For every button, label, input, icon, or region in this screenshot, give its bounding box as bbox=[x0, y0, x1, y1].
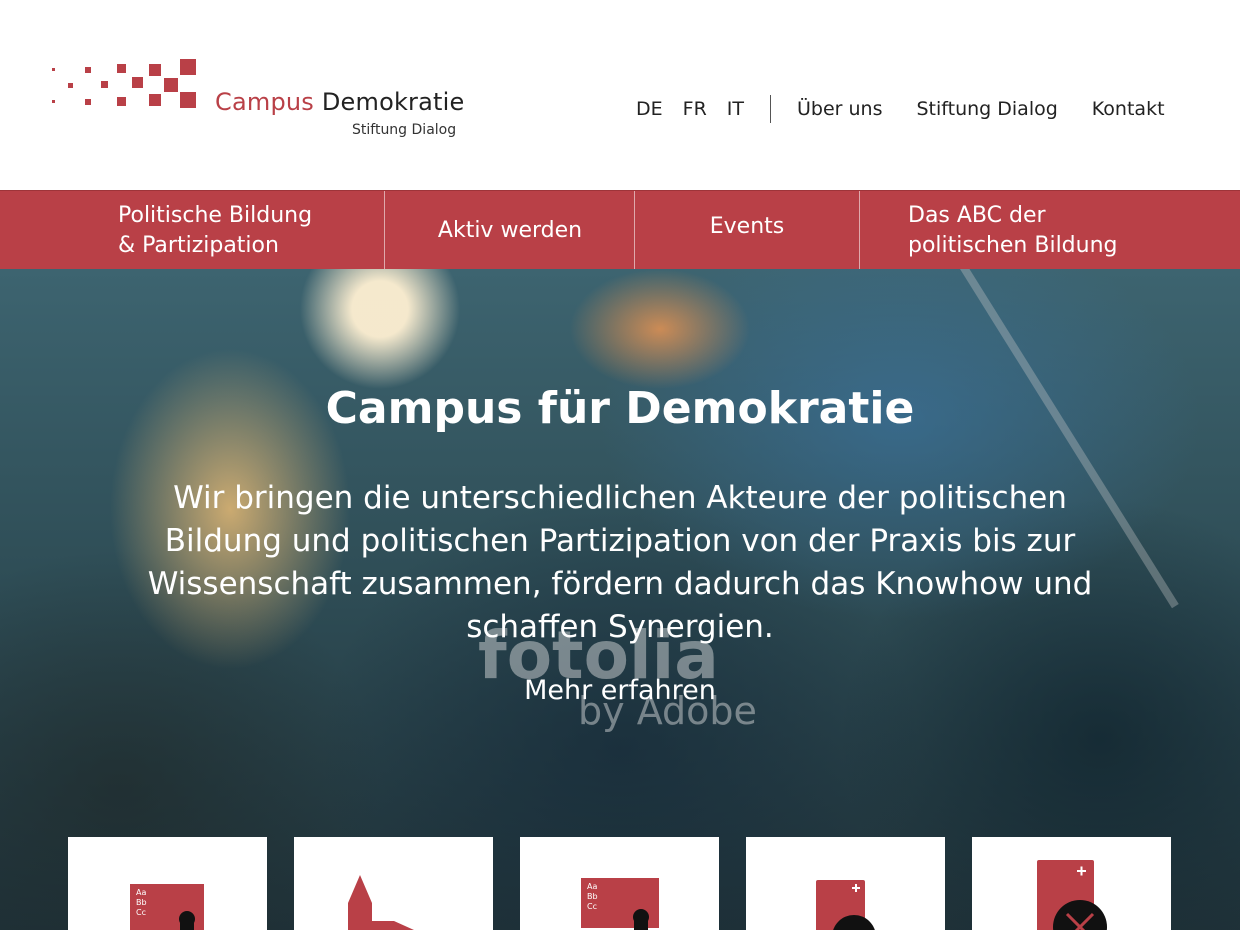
feature-card[interactable] bbox=[972, 837, 1171, 930]
abc-board-person-icon: Aa Bb Cc bbox=[130, 884, 204, 930]
nav-item-abc[interactable]: Das ABC der politischen Bildung bbox=[908, 191, 1208, 270]
nav-divider bbox=[859, 191, 860, 270]
feature-card[interactable] bbox=[746, 837, 945, 930]
feature-card[interactable] bbox=[294, 837, 493, 930]
feature-card[interactable]: Aa Bb Cc bbox=[520, 837, 719, 930]
svg-text:Cc: Cc bbox=[136, 908, 146, 917]
feature-cards: Aa Bb Cc Aa Bb Cc bbox=[68, 837, 1172, 930]
hero-banner: fotolia by Adobe Campus für Demokratie W… bbox=[0, 269, 1240, 930]
nav-item-label: Events bbox=[709, 213, 785, 239]
more-info-link[interactable]: Mehr erfahren bbox=[0, 675, 1240, 706]
svg-text:Aa: Aa bbox=[587, 882, 597, 891]
logo-word-campus: Campus bbox=[215, 88, 314, 116]
nav-item-label: politischen Bildung bbox=[908, 232, 1118, 258]
nav-item-label: Das ABC der bbox=[908, 202, 1046, 228]
nav-item-label: Politische Bildung bbox=[118, 202, 313, 228]
site-header: Campus Demokratie Stiftung Dialog DE FR … bbox=[0, 0, 1240, 190]
ballot-vote-icon bbox=[816, 880, 875, 930]
nav-item-label: & Partizipation bbox=[118, 232, 279, 258]
abc-board-person-icon: Aa Bb Cc bbox=[581, 878, 659, 930]
stiftung-dialog-link[interactable]: Stiftung Dialog bbox=[917, 98, 1058, 120]
nav-item-aktiv-werden[interactable]: Aktiv werden bbox=[385, 191, 635, 270]
nav-item-events[interactable]: Events bbox=[635, 191, 859, 270]
svg-text:Cc: Cc bbox=[587, 902, 597, 911]
logo-subtitle: Stiftung Dialog bbox=[352, 122, 457, 138]
top-navigation: DE FR IT Über uns Stiftung Dialog Kontak… bbox=[636, 95, 1165, 123]
hero-title: Campus für Demokratie bbox=[325, 383, 915, 434]
nav-item-politische-bildung[interactable]: Politische Bildung & Partizipation bbox=[118, 191, 378, 270]
lang-de-link[interactable]: DE bbox=[636, 98, 663, 120]
hero-text: Wir bringen die unterschiedlichen Akteur… bbox=[147, 480, 1093, 645]
feature-card[interactable]: Aa Bb Cc bbox=[68, 837, 267, 930]
logo[interactable]: Campus Demokratie Stiftung Dialog bbox=[50, 56, 470, 146]
ballot-vote-icon bbox=[1037, 860, 1107, 930]
svg-text:Aa: Aa bbox=[136, 888, 146, 897]
nav-item-label: Aktiv werden bbox=[437, 217, 583, 243]
logo-wordmark: Campus Demokratie bbox=[215, 88, 464, 116]
svg-text:Bb: Bb bbox=[136, 898, 147, 907]
logo-word-demokratie: Demokratie bbox=[321, 88, 465, 116]
top-nav-separator bbox=[770, 95, 771, 123]
logo-pixel-mark-icon bbox=[52, 59, 196, 108]
lang-fr-link[interactable]: FR bbox=[683, 98, 707, 120]
main-navigation: Politische Bildung & Partizipation Aktiv… bbox=[0, 190, 1240, 270]
svg-text:Bb: Bb bbox=[587, 892, 598, 901]
contact-link[interactable]: Kontakt bbox=[1092, 98, 1165, 120]
about-us-link[interactable]: Über uns bbox=[797, 98, 883, 120]
church-building-icon bbox=[348, 875, 414, 930]
lang-it-link[interactable]: IT bbox=[727, 98, 744, 120]
